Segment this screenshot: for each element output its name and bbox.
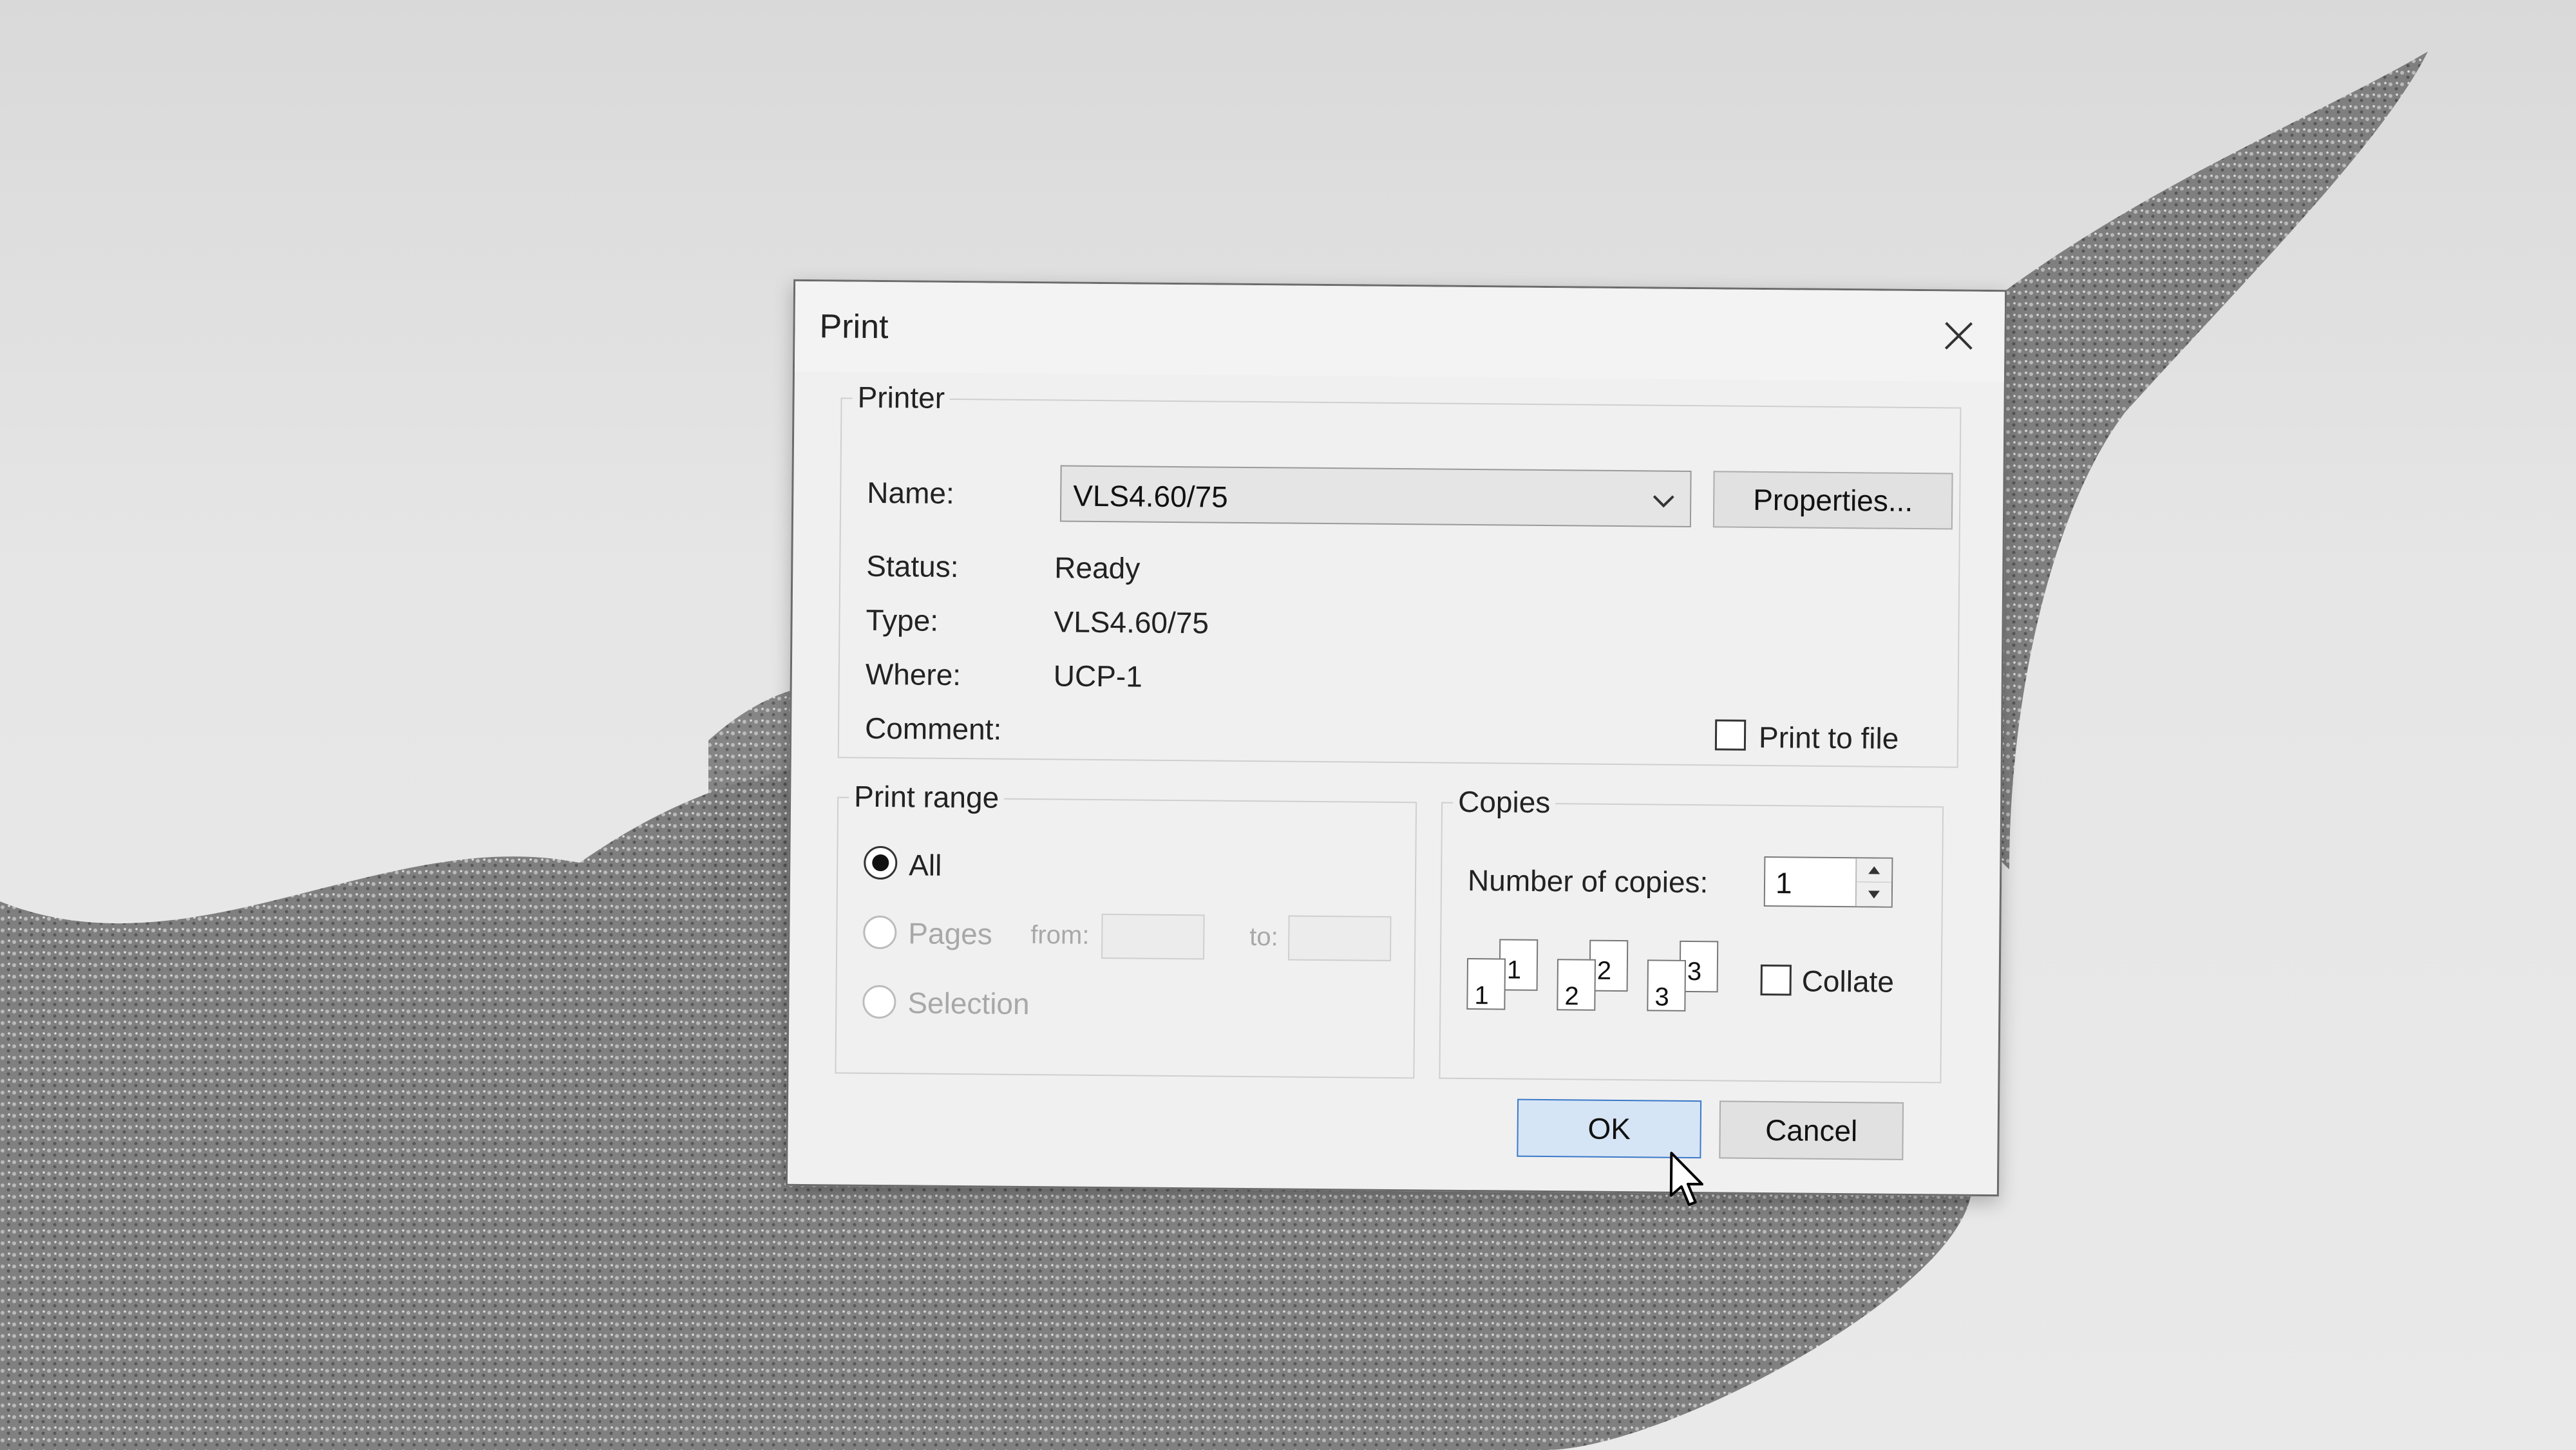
name-label: Name: xyxy=(867,475,955,510)
properties-button[interactable]: Properties... xyxy=(1712,471,1953,530)
spinner-up-icon xyxy=(1868,866,1880,874)
close-icon xyxy=(1944,322,1973,350)
copies-spinner[interactable]: 1 xyxy=(1763,856,1893,908)
type-label: Type: xyxy=(866,603,939,637)
collate-checkbox[interactable] xyxy=(1760,964,1792,996)
number-of-copies-label: Number of copies: xyxy=(1467,863,1709,899)
spinner-down-button[interactable] xyxy=(1855,882,1892,907)
to-page-input[interactable] xyxy=(1287,915,1392,961)
collate-page-number: 2 xyxy=(1564,982,1579,1011)
collate-page-number: 1 xyxy=(1474,981,1489,1010)
from-page-input[interactable] xyxy=(1101,914,1205,960)
to-label: to: xyxy=(1249,923,1278,952)
status-label: Status: xyxy=(866,549,959,584)
status-value: Ready xyxy=(1054,551,1141,585)
print-range-group: Print range All Pages from: to: Selectio… xyxy=(835,778,1417,1079)
collate-page-number: 1 xyxy=(1506,956,1522,984)
print-dialog: Print Printer Name: VLS4.60/75 Propertie… xyxy=(785,279,2007,1206)
mouse-cursor-icon xyxy=(1669,1151,1703,1206)
ok-button[interactable]: OK xyxy=(1517,1098,1702,1159)
radio-selection-label: Selection xyxy=(907,986,1030,1021)
print-to-file-label: Print to file xyxy=(1758,720,1899,755)
radio-pages[interactable] xyxy=(863,915,897,950)
copies-title: Copies xyxy=(1452,784,1556,820)
collate-page-number: 3 xyxy=(1654,983,1669,1012)
comment-label: Comment: xyxy=(864,711,1002,746)
printer-name-value: VLS4.60/75 xyxy=(1073,478,1228,514)
chevron-down-icon xyxy=(1653,495,1674,508)
spinner-down-icon xyxy=(1868,890,1880,899)
print-to-file-checkbox[interactable] xyxy=(1714,719,1747,751)
copies-value: 1 xyxy=(1775,866,1792,900)
collate-page-number: 2 xyxy=(1596,956,1612,985)
printer-name-select[interactable]: VLS4.60/75 xyxy=(1059,465,1692,527)
dialog-title: Print xyxy=(819,308,889,346)
collate-page-number: 3 xyxy=(1687,957,1702,986)
radio-selection[interactable] xyxy=(862,984,896,1019)
radio-all-label: All xyxy=(909,848,942,882)
collate-label: Collate xyxy=(1801,964,1895,999)
collate-illustration: 1 1 2 2 3 3 xyxy=(1466,939,1738,1025)
from-label: from: xyxy=(1030,921,1090,950)
printer-group-title: Printer xyxy=(852,379,951,415)
where-label: Where: xyxy=(865,657,961,692)
type-value: VLS4.60/75 xyxy=(1054,605,1209,640)
print-range-title: Print range xyxy=(848,778,1005,815)
title-bar: Print xyxy=(794,281,2005,382)
spinner-up-button[interactable] xyxy=(1855,858,1892,883)
radio-all[interactable] xyxy=(864,845,898,880)
where-value: UCP-1 xyxy=(1053,659,1143,693)
printer-group: Printer Name: VLS4.60/75 Properties... S… xyxy=(837,379,1962,768)
radio-pages-label: Pages xyxy=(908,916,992,951)
close-button[interactable] xyxy=(1931,308,1987,364)
cancel-button[interactable]: Cancel xyxy=(1719,1100,1904,1160)
copies-group: Copies Number of copies: 1 1 1 2 2 3 3 C… xyxy=(1439,784,1944,1084)
